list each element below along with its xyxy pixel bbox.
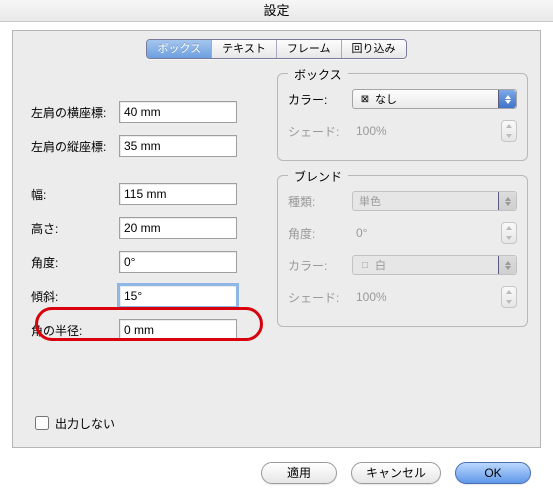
height-input[interactable]	[119, 217, 237, 239]
suppress-output-input[interactable]	[35, 416, 49, 430]
popup-arrows-icon	[498, 256, 516, 274]
ok-button[interactable]: OK	[455, 462, 531, 484]
origin-x-label: 左肩の横座標:	[25, 104, 119, 121]
width-label: 幅:	[25, 186, 119, 203]
angle-label: 角度:	[25, 254, 119, 271]
blend-type-popup: 単色	[352, 191, 517, 211]
box-color-popup[interactable]: ⊠ なし	[352, 89, 517, 109]
blend-color-label: カラー:	[288, 257, 352, 274]
width-input[interactable]	[119, 183, 237, 205]
tab-runaround[interactable]: 回り込み	[342, 40, 406, 58]
skew-input[interactable]	[119, 285, 237, 307]
blend-angle-label: 角度:	[288, 225, 352, 242]
box-group: ボックス カラー: ⊠ なし シェード: 100%	[277, 73, 528, 161]
box-shade-stepper	[501, 120, 517, 142]
blend-group-title: ブレンド	[288, 168, 348, 185]
apply-button[interactable]: 適用	[261, 462, 337, 484]
origin-y-label: 左肩の縦座標:	[25, 138, 119, 155]
popup-arrows-icon	[498, 90, 516, 108]
blend-shade-value: 100%	[352, 290, 497, 304]
popup-arrows-icon	[498, 192, 516, 210]
none-swatch-icon: ⊠	[359, 93, 371, 105]
origin-y-input[interactable]	[119, 135, 237, 157]
geometry-column: 左肩の横座標: 左肩の縦座標: 幅: 高さ: 角度:	[25, 73, 263, 351]
angle-input[interactable]	[119, 251, 237, 273]
white-swatch-icon: □	[359, 259, 371, 271]
tab-box[interactable]: ボックス	[147, 40, 212, 58]
blend-color-value: 白	[375, 257, 386, 273]
blend-color-popup: □ 白	[352, 255, 517, 275]
box-color-value: なし	[375, 91, 397, 107]
tab-bar: ボックス テキスト フレーム 回り込み	[146, 39, 406, 59]
origin-x-input[interactable]	[119, 101, 237, 123]
suppress-output-checkbox[interactable]: 出力しない	[31, 413, 115, 433]
tab-text[interactable]: テキスト	[212, 40, 277, 58]
blend-type-value: 単色	[359, 193, 381, 209]
tab-frame[interactable]: フレーム	[277, 40, 342, 58]
blend-group: ブレンド 種類: 単色 角度: 0°	[277, 175, 528, 327]
skew-label: 傾斜:	[25, 288, 119, 305]
corner-radius-input[interactable]	[119, 319, 237, 341]
cancel-button[interactable]: キャンセル	[351, 462, 441, 484]
blend-angle-stepper	[501, 222, 517, 244]
blend-type-label: 種類:	[288, 193, 352, 210]
box-group-title: ボックス	[288, 66, 348, 83]
box-shade-value: 100%	[352, 124, 497, 138]
blend-angle-value: 0°	[352, 226, 497, 240]
blend-shade-label: シェード:	[288, 289, 352, 306]
box-shade-label: シェード:	[288, 123, 352, 140]
window-title: 設定	[0, 0, 553, 22]
suppress-output-label: 出力しない	[55, 415, 115, 432]
blend-shade-stepper	[501, 286, 517, 308]
box-color-label: カラー:	[288, 91, 352, 108]
height-label: 高さ:	[25, 220, 119, 237]
corner-radius-label: 角の半径:	[25, 322, 119, 339]
